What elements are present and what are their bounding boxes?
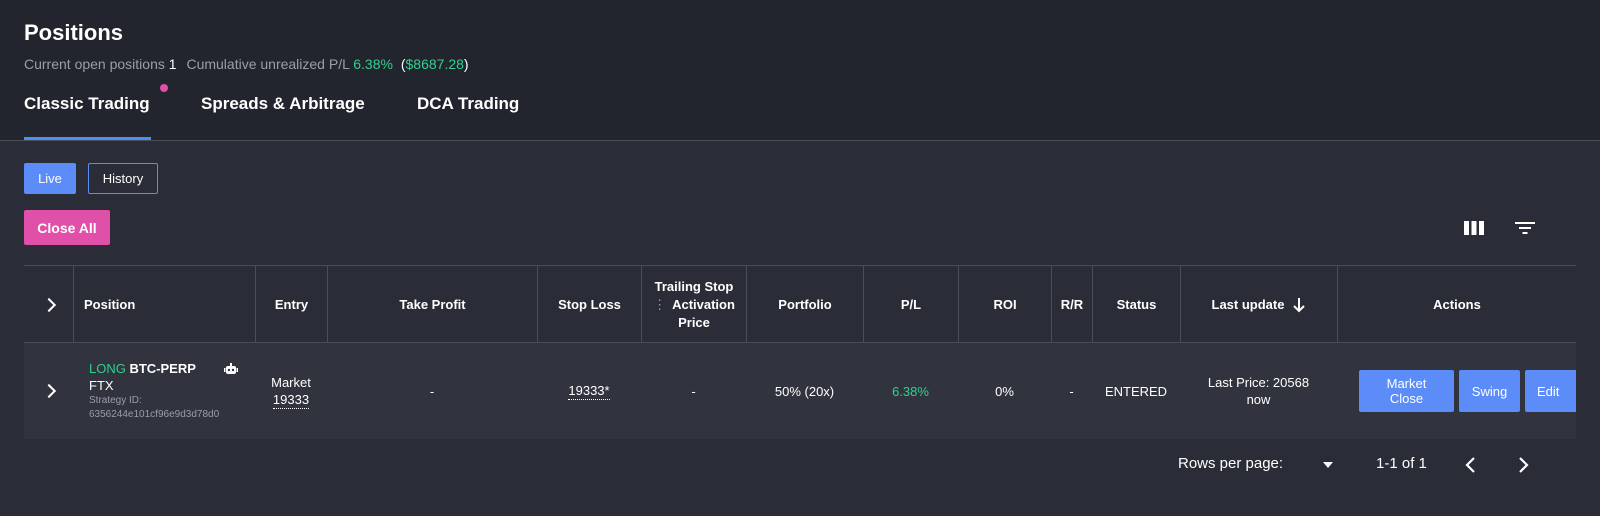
position-pair: LONG BTC-PERP bbox=[89, 360, 196, 377]
header-rr[interactable]: R/R bbox=[1051, 266, 1092, 343]
header-stop-loss[interactable]: Stop Loss bbox=[537, 266, 641, 343]
status-cell: ENTERED bbox=[1104, 383, 1168, 399]
positions-summary: Current open positions 1 Cumulative unre… bbox=[24, 56, 469, 72]
table-header-row: Position Entry Take Profit Stop Loss Tra… bbox=[24, 265, 1576, 343]
header-position[interactable]: Position bbox=[73, 266, 255, 343]
rows-per-page-label: Rows per page: bbox=[1178, 455, 1284, 472]
live-button[interactable]: Live bbox=[24, 163, 76, 194]
header-roi[interactable]: ROI bbox=[958, 266, 1051, 343]
header-last-update-label: Last update bbox=[1211, 296, 1285, 312]
bot-icon bbox=[224, 363, 238, 374]
cumulative-pl-label: Cumulative unrealized P/L bbox=[186, 56, 350, 72]
rows-per-page-dropdown[interactable] bbox=[1322, 461, 1334, 469]
tab-dca-trading[interactable]: DCA Trading bbox=[417, 94, 519, 114]
tab-spreads-arbitrage[interactable]: Spreads & Arbitrage bbox=[201, 94, 365, 114]
table-row: LONG BTC-PERP FTX Strategy ID: 6356244e1… bbox=[24, 343, 1576, 439]
positions-header: Positions Current open positions 1 Cumul… bbox=[0, 0, 1600, 141]
header-trailing-stop[interactable]: Trailing Stop ⋮ Activation Price bbox=[641, 266, 746, 343]
positions-table: Position Entry Take Profit Stop Loss Tra… bbox=[24, 265, 1576, 439]
strategy-id-label: Strategy ID: bbox=[89, 395, 142, 406]
header-last-update[interactable]: Last update bbox=[1180, 266, 1337, 343]
header-trailing-line3: Price bbox=[678, 314, 710, 330]
previous-page-button[interactable] bbox=[1464, 456, 1478, 474]
last-update-cell: Last Price: 20568 now bbox=[1180, 343, 1337, 439]
header-trailing-line2: ⋮ Activation bbox=[653, 296, 735, 314]
header-entry[interactable]: Entry bbox=[255, 266, 327, 343]
header-status[interactable]: Status bbox=[1092, 266, 1180, 343]
stop-loss-cell: 19333* bbox=[537, 343, 641, 439]
close-all-button[interactable]: Close All bbox=[24, 210, 110, 245]
cumulative-pl-percent: 6.38% bbox=[353, 56, 393, 72]
header-pl[interactable]: P/L bbox=[863, 266, 958, 343]
notification-dot bbox=[160, 84, 168, 92]
roi-cell: 0% bbox=[995, 383, 1014, 399]
tab-spreads-arbitrage-label: Spreads & Arbitrage bbox=[201, 94, 365, 113]
market-close-line1: Market bbox=[1386, 376, 1427, 391]
expand-row-button[interactable] bbox=[24, 343, 73, 439]
rr-cell: - bbox=[1069, 383, 1074, 399]
page-title: Positions bbox=[24, 20, 124, 45]
cumulative-close-paren: ) bbox=[463, 56, 469, 72]
portfolio-cell: 50% (20x) bbox=[774, 383, 835, 399]
position-symbol: BTC-PERP bbox=[129, 361, 196, 376]
position-exchange: FTX bbox=[89, 378, 114, 393]
drag-handle-icon: ⋮ bbox=[653, 296, 667, 312]
market-close-line2: Close bbox=[1389, 391, 1424, 406]
open-positions-count: 1 bbox=[168, 56, 177, 72]
position-cell: LONG BTC-PERP FTX Strategy ID: 6356244e1… bbox=[73, 343, 255, 439]
entry-cell: Market 19333 bbox=[255, 343, 327, 439]
filter-icon[interactable] bbox=[1514, 217, 1536, 239]
actions-cell: Market Close Swing Edit bbox=[1337, 343, 1576, 439]
tab-classic-trading[interactable]: Classic Trading bbox=[24, 84, 168, 140]
entry-type: Market bbox=[271, 374, 311, 390]
header-take-profit[interactable]: Take Profit bbox=[327, 266, 537, 343]
last-price: Last Price: 20568 bbox=[1207, 375, 1310, 390]
history-button[interactable]: History bbox=[88, 163, 158, 194]
entry-price[interactable]: 19333 bbox=[272, 391, 310, 409]
pagination-range: 1-1 of 1 bbox=[1376, 455, 1427, 472]
next-page-button[interactable] bbox=[1516, 456, 1530, 474]
tab-dca-trading-label: DCA Trading bbox=[417, 94, 520, 113]
cumulative-pl-usd: $8687.28 bbox=[405, 56, 464, 72]
trailing-cell: - bbox=[691, 383, 696, 399]
chevron-right-icon bbox=[41, 297, 56, 312]
header-trailing-line1: Trailing Stop bbox=[654, 278, 734, 294]
market-close-button[interactable]: Market Close bbox=[1359, 370, 1454, 412]
pl-cell: 6.38% bbox=[892, 383, 929, 399]
last-update-time: now bbox=[1246, 392, 1271, 407]
header-trailing-line2-text: Activation bbox=[672, 296, 735, 312]
header-portfolio[interactable]: Portfolio bbox=[746, 266, 863, 343]
stop-loss-value[interactable]: 19333* bbox=[568, 382, 610, 400]
header-actions: Actions bbox=[1337, 266, 1576, 343]
open-positions-label: Current open positions bbox=[24, 56, 165, 72]
edit-button[interactable]: Edit bbox=[1525, 370, 1576, 412]
take-profit-cell: - bbox=[429, 383, 435, 399]
expand-all-button[interactable] bbox=[24, 266, 73, 343]
view-columns-icon[interactable] bbox=[1463, 217, 1485, 239]
swing-button[interactable]: Swing bbox=[1459, 370, 1520, 412]
tab-classic-trading-label: Classic Trading bbox=[24, 94, 150, 113]
chevron-right-icon bbox=[41, 383, 56, 399]
sort-desc-icon bbox=[1293, 297, 1306, 312]
position-side: LONG bbox=[89, 361, 126, 376]
strategy-id: 6356244e101cf96e9d3d78d0 bbox=[89, 409, 220, 420]
